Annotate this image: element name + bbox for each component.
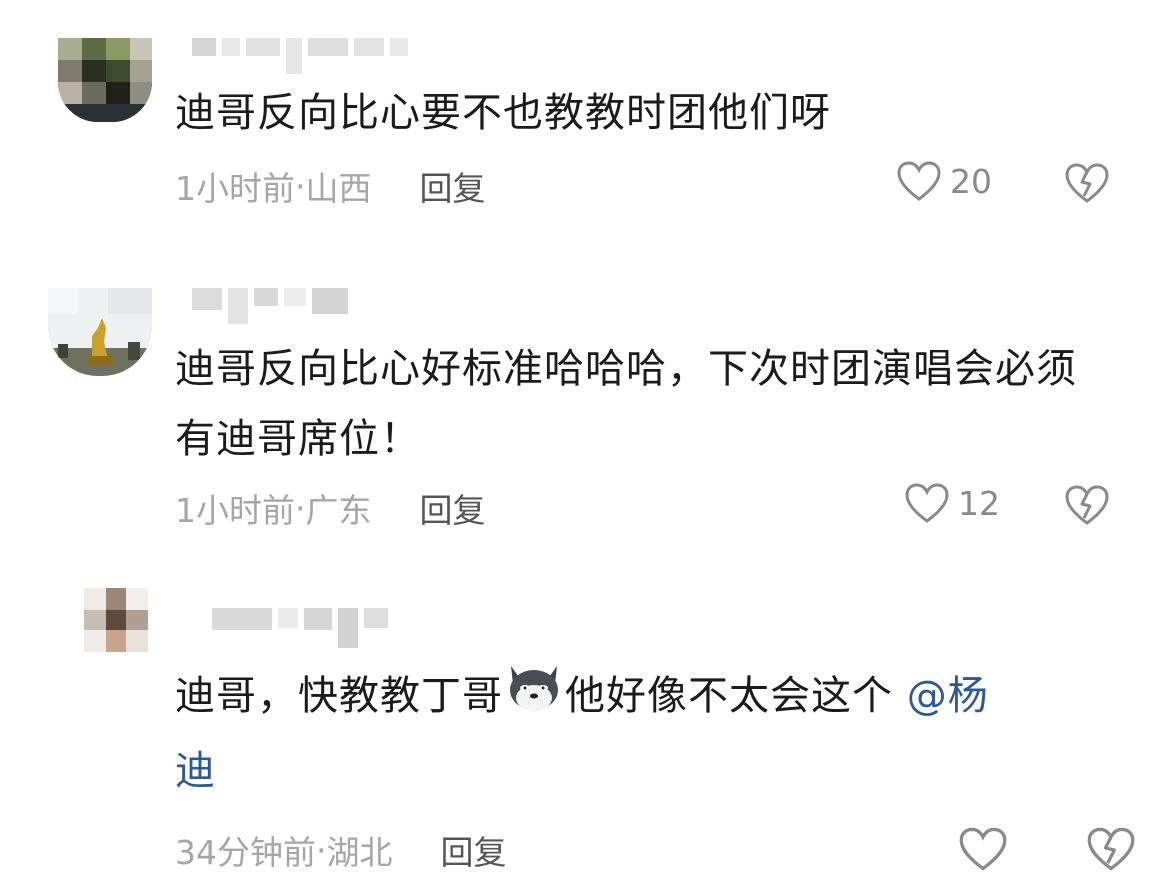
comment-meta: 1小时前 · 广东 回复 <box>175 484 486 532</box>
username-blurred[interactable] <box>192 38 408 74</box>
comment-text: 迪哥，快教教丁哥 他好像不太会这个 @杨 迪 <box>175 660 989 806</box>
dislike-button[interactable] <box>1086 826 1136 876</box>
avatar[interactable] <box>84 588 148 652</box>
heart-outline-icon <box>897 161 941 201</box>
broken-heart-icon <box>1065 163 1109 203</box>
comment-text-line: 迪 <box>175 736 989 806</box>
avatar-image <box>58 38 152 122</box>
mention-link[interactable]: 迪 <box>175 748 216 794</box>
comment-text-line: 迪哥反向比心好标准哈哈哈，下次时团演唱会必须 <box>175 346 1077 392</box>
like-count: 12 <box>958 483 1000 523</box>
reply-button[interactable]: 回复 <box>420 484 486 532</box>
comment-time: 34分钟前 <box>175 833 316 872</box>
mention-link[interactable]: @杨 <box>907 673 989 719</box>
reply-button[interactable]: 回复 <box>420 162 486 210</box>
dislike-button[interactable] <box>1064 484 1110 530</box>
comment-text-line: 迪哥，快教教丁哥 他好像不太会这个 @杨 <box>175 660 989 736</box>
comment-meta: 34分钟前 · 湖北 回复 <box>175 826 507 874</box>
comment-location: 山西 <box>305 169 372 208</box>
comment-location: 湖北 <box>326 833 393 872</box>
avatar[interactable] <box>58 38 152 122</box>
comment-text-part: 他好像不太会这个 <box>565 673 893 719</box>
heart-outline-icon <box>959 827 1007 871</box>
comment-time: 1小时前 <box>175 169 295 208</box>
comment-text: 迪哥反向比心好标准哈哈哈，下次时团演唱会必须 有迪哥席位！ <box>175 334 1077 474</box>
wolf-emoji-icon <box>503 660 565 736</box>
username-blurred[interactable] <box>212 608 388 648</box>
separator: · <box>316 830 327 870</box>
comment-time: 1小时前 <box>175 491 295 530</box>
comment-text: 迪哥反向比心要不也教教时团他们呀 <box>175 90 831 136</box>
avatar-image <box>84 588 148 652</box>
separator: · <box>295 166 306 206</box>
comment-text-line: 有迪哥席位！ <box>175 416 421 462</box>
avatar[interactable] <box>48 288 152 376</box>
broken-heart-icon <box>1065 485 1109 525</box>
heart-outline-icon <box>905 483 949 523</box>
comment-meta: 1小时前 · 山西 回复 <box>175 162 486 210</box>
comment-location: 广东 <box>305 491 372 530</box>
broken-heart-icon <box>1087 827 1135 871</box>
dislike-button[interactable] <box>1064 162 1110 208</box>
like-count: 20 <box>950 161 992 201</box>
like-button[interactable]: 20 <box>896 160 992 202</box>
reply-button[interactable]: 回复 <box>441 826 507 874</box>
comment-text-part: 迪哥，快教教丁哥 <box>175 673 503 719</box>
avatar-image <box>48 288 152 376</box>
separator: · <box>295 488 306 528</box>
like-button[interactable]: 12 <box>904 482 1000 524</box>
username-blurred[interactable] <box>192 288 348 324</box>
like-button[interactable] <box>958 826 1016 872</box>
